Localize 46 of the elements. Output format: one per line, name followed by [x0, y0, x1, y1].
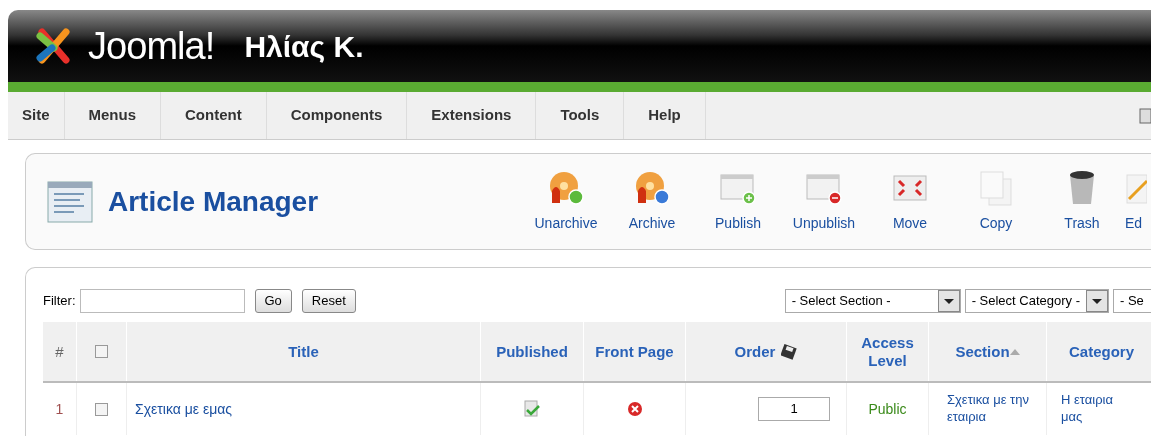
select-dropdown[interactable]: - Select Category -	[964, 289, 1109, 313]
column-header[interactable]: Published	[481, 322, 584, 381]
filter-label: Filter:	[43, 292, 76, 311]
toolbar-button[interactable]: Unarchive	[523, 169, 609, 234]
column-header[interactable]: Title	[127, 322, 481, 381]
toolbar-button[interactable]: Unpublish	[781, 169, 867, 234]
select-dropdown[interactable]: - Select Section -	[784, 289, 961, 313]
toolbar-button[interactable]: Ed	[1125, 169, 1151, 234]
row-number: 1	[43, 383, 77, 435]
column-header: #	[43, 322, 77, 381]
menu-item[interactable]: Help	[624, 92, 706, 139]
toolbar-button[interactable]: Archive	[609, 169, 695, 234]
checkbox[interactable]	[95, 345, 108, 358]
menu-item[interactable]: Components	[266, 92, 408, 139]
menu-item[interactable]: Extensions	[407, 92, 537, 139]
preview-icon[interactable]	[1139, 107, 1151, 124]
front-page-cross-icon[interactable]	[626, 401, 643, 417]
menu-item[interactable]: Content	[161, 92, 267, 139]
select-dropdown[interactable]: - Se	[1113, 289, 1151, 313]
joomla-logo-text: Joomla!	[88, 23, 215, 69]
order-field[interactable]: 1	[758, 397, 830, 421]
site-name: Ηλίας Κ.	[244, 28, 364, 65]
filter-button[interactable]: Go	[254, 289, 292, 313]
toolbar-button[interactable]: Publish	[695, 169, 781, 234]
checkbox[interactable]	[95, 402, 108, 416]
menu-item[interactable]: Site	[8, 92, 65, 139]
access-level[interactable]: Public	[868, 398, 907, 420]
save-icon[interactable]	[781, 343, 798, 360]
column-header[interactable]: Section	[929, 322, 1047, 381]
menu-item[interactable]: Menus	[64, 92, 162, 139]
sort-ascending-icon	[1009, 348, 1020, 355]
page-title: Article Manager	[108, 184, 319, 219]
column-header[interactable]: Category	[1047, 322, 1151, 381]
toolbar-button[interactable]: Copy	[953, 169, 1039, 234]
filter-field[interactable]	[79, 289, 245, 313]
column-header[interactable]: Order	[686, 322, 847, 381]
menu-item[interactable]: Tools	[536, 92, 625, 139]
column-header[interactable]: Access Level	[847, 322, 929, 381]
published-check-icon[interactable]	[524, 400, 540, 418]
section-link[interactable]: Σχετικα με την εταιρια	[947, 392, 1032, 426]
column-header[interactable]: Front Page	[584, 322, 686, 381]
article-title-link[interactable]: Σχετικα με εμας	[135, 398, 233, 420]
category-link[interactable]: Η εταιρια μας	[1061, 392, 1133, 426]
filter-button[interactable]: Reset	[301, 289, 356, 313]
toolbar-button[interactable]: Trash	[1039, 169, 1125, 234]
toolbar-button[interactable]: Move	[867, 169, 953, 234]
